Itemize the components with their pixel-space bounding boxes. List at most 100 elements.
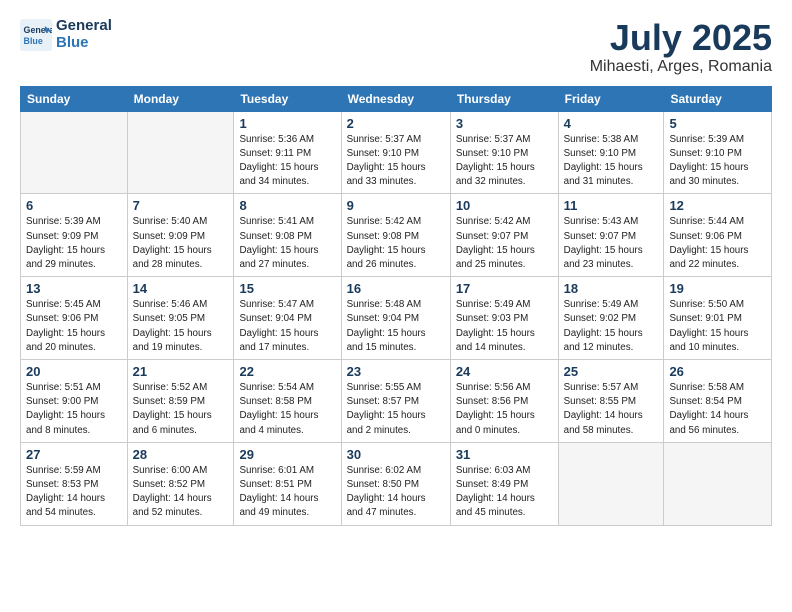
day-info: Sunrise: 5:37 AMSunset: 9:10 PMDaylight:…	[456, 133, 553, 190]
day-info: Sunrise: 5:41 AMSunset: 9:08 PMDaylight:…	[239, 215, 335, 272]
title-block: July 2025 Mihaesti, Arges, Romania	[590, 18, 772, 76]
calendar-cell	[664, 442, 772, 525]
calendar-cell: 3 Sunrise: 5:37 AMSunset: 9:10 PMDaylight…	[450, 111, 558, 194]
day-info: Sunrise: 5:40 AMSunset: 9:09 PMDaylight:…	[133, 215, 229, 272]
calendar-table: SundayMondayTuesdayWednesdayThursdayFrid…	[20, 86, 772, 526]
calendar-cell: 7 Sunrise: 5:40 AMSunset: 9:09 PMDaylight…	[127, 194, 234, 277]
day-number: 31	[456, 447, 553, 462]
calendar-cell: 19Sunrise: 5:50 AMSunset: 9:01 PMDayligh…	[664, 277, 772, 360]
calendar-header-wednesday: Wednesday	[341, 86, 450, 111]
day-info: Sunrise: 5:49 AMSunset: 9:03 PMDaylight:…	[456, 298, 553, 355]
day-info: Sunrise: 5:42 AMSunset: 9:07 PMDaylight:…	[456, 215, 553, 272]
day-number: 10	[456, 198, 553, 213]
day-info: Sunrise: 5:47 AMSunset: 9:04 PMDaylight:…	[239, 298, 335, 355]
calendar-header-monday: Monday	[127, 86, 234, 111]
page: General Blue General Blue July 2025 Miha…	[0, 0, 792, 612]
day-number: 27	[26, 447, 122, 462]
day-info: Sunrise: 6:00 AMSunset: 8:52 PMDaylight:…	[133, 464, 229, 521]
day-info: Sunrise: 5:50 AMSunset: 9:01 PMDaylight:…	[669, 298, 766, 355]
day-info: Sunrise: 5:43 AMSunset: 9:07 PMDaylight:…	[564, 215, 659, 272]
day-number: 21	[133, 364, 229, 379]
calendar-cell: 15 Sunrise: 5:47 AMSunset: 9:04 PMDayligh…	[234, 277, 341, 360]
day-number: 8	[239, 198, 335, 213]
calendar-cell: 2Sunrise: 5:37 AMSunset: 9:10 PMDaylight…	[341, 111, 450, 194]
day-info: Sunrise: 5:54 AMSunset: 8:58 PMDaylight:…	[239, 381, 335, 438]
day-info: Sunrise: 5:51 AMSunset: 9:00 PMDaylight:…	[26, 381, 122, 438]
day-number: 15	[239, 281, 335, 296]
day-number: 12	[669, 198, 766, 213]
day-number: 30	[347, 447, 445, 462]
day-info: Sunrise: 5:58 AMSunset: 8:54 PMDaylight:…	[669, 381, 766, 438]
calendar-cell: 16 Sunrise: 5:48 AMSunset: 9:04 PMDayligh…	[341, 277, 450, 360]
calendar-cell: 6Sunrise: 5:39 AMSunset: 9:09 PMDaylight…	[21, 194, 128, 277]
calendar-header-row: SundayMondayTuesdayWednesdayThursdayFrid…	[21, 86, 772, 111]
day-number: 17	[456, 281, 553, 296]
day-number: 5	[669, 116, 766, 131]
calendar-cell: 5 Sunrise: 5:39 AMSunset: 9:10 PMDaylight…	[664, 111, 772, 194]
calendar-cell: 17 Sunrise: 5:49 AMSunset: 9:03 PMDayligh…	[450, 277, 558, 360]
header: General Blue General Blue July 2025 Miha…	[20, 18, 772, 76]
day-info: Sunrise: 5:57 AMSunset: 8:55 PMDaylight:…	[564, 381, 659, 438]
calendar-week-row: 13 Sunrise: 5:45 AMSunset: 9:06 PMDayligh…	[21, 277, 772, 360]
day-info: Sunrise: 6:03 AMSunset: 8:49 PMDaylight:…	[456, 464, 553, 521]
calendar-cell: 30 Sunrise: 6:02 AMSunset: 8:50 PMDayligh…	[341, 442, 450, 525]
day-number: 20	[26, 364, 122, 379]
svg-text:Blue: Blue	[24, 35, 43, 45]
calendar-week-row: 1Sunrise: 5:36 AMSunset: 9:11 PMDaylight…	[21, 111, 772, 194]
day-info: Sunrise: 5:42 AMSunset: 9:08 PMDaylight:…	[347, 215, 445, 272]
calendar-header-friday: Friday	[558, 86, 664, 111]
main-title: July 2025	[590, 18, 772, 58]
day-number: 23	[347, 364, 445, 379]
day-number: 13	[26, 281, 122, 296]
calendar-cell: 18 Sunrise: 5:49 AMSunset: 9:02 PMDayligh…	[558, 277, 664, 360]
logo-icon: General Blue	[20, 19, 52, 51]
calendar-cell: 25Sunrise: 5:57 AMSunset: 8:55 PMDayligh…	[558, 360, 664, 443]
day-info: Sunrise: 5:36 AMSunset: 9:11 PMDaylight:…	[239, 133, 335, 190]
day-number: 4	[564, 116, 659, 131]
day-info: Sunrise: 5:56 AMSunset: 8:56 PMDaylight:…	[456, 381, 553, 438]
calendar-header-sunday: Sunday	[21, 86, 128, 111]
day-info: Sunrise: 5:45 AMSunset: 9:06 PMDaylight:…	[26, 298, 122, 355]
day-number: 24	[456, 364, 553, 379]
day-info: Sunrise: 5:55 AMSunset: 8:57 PMDaylight:…	[347, 381, 445, 438]
day-info: Sunrise: 5:52 AMSunset: 8:59 PMDaylight:…	[133, 381, 229, 438]
logo-text: General Blue	[56, 18, 112, 51]
calendar-cell: 22Sunrise: 5:54 AMSunset: 8:58 PMDayligh…	[234, 360, 341, 443]
calendar-week-row: 20 Sunrise: 5:51 AMSunset: 9:00 PMDayligh…	[21, 360, 772, 443]
calendar-cell: 11 Sunrise: 5:43 AMSunset: 9:07 PMDayligh…	[558, 194, 664, 277]
calendar-cell	[127, 111, 234, 194]
day-info: Sunrise: 5:38 AMSunset: 9:10 PMDaylight:…	[564, 133, 659, 190]
calendar-cell: 4 Sunrise: 5:38 AMSunset: 9:10 PMDaylight…	[558, 111, 664, 194]
day-number: 11	[564, 198, 659, 213]
logo: General Blue General Blue	[20, 18, 112, 51]
calendar-cell: 31 Sunrise: 6:03 AMSunset: 8:49 PMDayligh…	[450, 442, 558, 525]
calendar-cell: 27Sunrise: 5:59 AMSunset: 8:53 PMDayligh…	[21, 442, 128, 525]
day-number: 18	[564, 281, 659, 296]
calendar-cell: 8 Sunrise: 5:41 AMSunset: 9:08 PMDaylight…	[234, 194, 341, 277]
day-number: 3	[456, 116, 553, 131]
calendar-cell: 26 Sunrise: 5:58 AMSunset: 8:54 PMDayligh…	[664, 360, 772, 443]
day-number: 2	[347, 116, 445, 131]
calendar-cell: 12Sunrise: 5:44 AMSunset: 9:06 PMDayligh…	[664, 194, 772, 277]
calendar-cell	[558, 442, 664, 525]
day-number: 7	[133, 198, 229, 213]
day-number: 26	[669, 364, 766, 379]
day-number: 29	[239, 447, 335, 462]
day-info: Sunrise: 5:48 AMSunset: 9:04 PMDaylight:…	[347, 298, 445, 355]
calendar-cell: 20 Sunrise: 5:51 AMSunset: 9:00 PMDayligh…	[21, 360, 128, 443]
calendar-week-row: 6Sunrise: 5:39 AMSunset: 9:09 PMDaylight…	[21, 194, 772, 277]
day-info: Sunrise: 5:46 AMSunset: 9:05 PMDaylight:…	[133, 298, 229, 355]
day-number: 6	[26, 198, 122, 213]
day-number: 16	[347, 281, 445, 296]
calendar-cell: 24 Sunrise: 5:56 AMSunset: 8:56 PMDayligh…	[450, 360, 558, 443]
day-info: Sunrise: 5:39 AMSunset: 9:10 PMDaylight:…	[669, 133, 766, 190]
day-number: 9	[347, 198, 445, 213]
calendar-cell: 29 Sunrise: 6:01 AMSunset: 8:51 PMDayligh…	[234, 442, 341, 525]
day-number: 28	[133, 447, 229, 462]
day-info: Sunrise: 6:02 AMSunset: 8:50 PMDaylight:…	[347, 464, 445, 521]
calendar-cell: 10 Sunrise: 5:42 AMSunset: 9:07 PMDayligh…	[450, 194, 558, 277]
calendar-header-tuesday: Tuesday	[234, 86, 341, 111]
day-number: 14	[133, 281, 229, 296]
day-info: Sunrise: 5:49 AMSunset: 9:02 PMDaylight:…	[564, 298, 659, 355]
day-info: Sunrise: 6:01 AMSunset: 8:51 PMDaylight:…	[239, 464, 335, 521]
